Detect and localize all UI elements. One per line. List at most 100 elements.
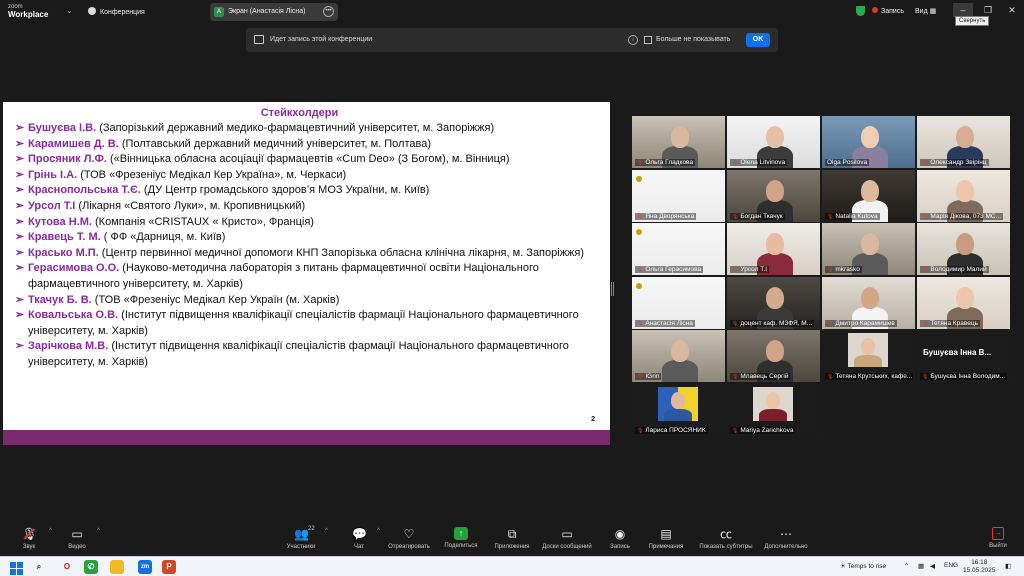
participant-tile[interactable]: 🎙 Лариса ПРОСЯНИК [632,383,725,436]
shield-icon[interactable] [856,6,865,16]
captions-button[interactable]: ㏄ Показать субтитры [698,524,754,556]
participant-tile[interactable]: 🎙 Тетяна Кравець [917,276,1010,329]
stakeholder-organization: (ДУ Центр громадського здоров’я МОЗ Укра… [140,184,430,197]
more-icon[interactable]: ••• [323,6,334,17]
participant-name: 🎙 IGrin [635,373,662,380]
folder-icon[interactable] [110,560,124,574]
resize-handle[interactable] [611,282,614,296]
participant-name: 🎙 Урсол Т.І [730,266,770,273]
more-button[interactable]: ⋯ Дополнительно [762,524,810,556]
ok-button[interactable]: OK [746,33,770,47]
participant-face [766,286,784,309]
maximize-button[interactable]: ❐ [978,3,998,17]
participant-name: 🎙 Анастасія Лісна [635,319,695,327]
participant-tile[interactable]: 🎙 Дмитро Карамишев [822,276,915,329]
participant-tile[interactable]: Olga Posilova [822,116,915,168]
participant-tile[interactable]: 🎙 Natalia Kutova [822,169,915,222]
participant-tile[interactable]: 🎙 Урсол Т.І [727,223,820,275]
participant-display-name: Бушуєва Інна В... [923,348,992,357]
screen-share-tab[interactable]: A Экран (Анастасія Лісна) ••• [210,3,338,21]
language-indicator[interactable]: ENG [944,562,958,569]
whiteboard-icon: ▭ [561,527,573,541]
bullet-arrow-icon: ➢ [15,122,25,134]
title-bar: zoom Workplace ⌄ Конференция A Экран (Ан… [0,0,1024,26]
stakeholder-item: ➢ Красько М.П. (Центр первинної медичної … [11,246,591,262]
participant-tile[interactable]: 🎙 Ольга Герасимова [632,223,725,275]
notes-button[interactable]: ▤ Примечания [646,524,686,556]
stakeholder-name: Ковальська О.В. [28,309,119,322]
powerpoint-icon[interactable]: P [162,560,176,574]
chevron-down-icon[interactable]: ⌄ [66,6,73,15]
participants-button[interactable]: 👥 22 Участники ^ [282,524,328,556]
video-button[interactable]: ▭ Видео ^ [62,524,100,556]
participant-face [766,233,784,255]
participant-tile[interactable]: 🎙 Млавець Сергій [727,330,820,382]
profile-picture [848,333,888,367]
participant-tile[interactable]: 🎙 Mariya Zarichkova [727,383,820,436]
tray-overflow-icon[interactable]: ^ [905,562,908,569]
share-button[interactable]: ↑ Поделиться [442,524,480,556]
participant-tile[interactable]: 🎙 Анастасія Лісна [632,276,725,329]
mic-muted-icon: 🎙 [827,267,834,273]
participant-tile[interactable]: 🎙 Ольга Гладкова [632,116,725,168]
share-screen-icon: ↑ [454,527,468,540]
clock[interactable]: 16:18 15.05.2025 [963,559,996,575]
participant-name: 🎙 Млавець Сергій [730,373,791,380]
stakeholder-list: ➢ Бушуєва І.В. (Запорізький державний мед… [11,121,591,371]
whiteboards-button[interactable]: ▭ Доски сообщений [540,524,594,556]
participant-name: 🎙 mkrasko [825,266,862,273]
stakeholder-name: Ткачук Б. В. [28,293,92,306]
mic-muted-icon: 🎙 [732,374,739,380]
viber-icon[interactable]: ✆ [84,560,98,574]
exit-button[interactable]: → Выйти [986,524,1010,556]
close-button[interactable]: ✕ [1002,3,1022,17]
minimize-button[interactable]: – [953,3,973,17]
chevron-up-icon[interactable]: ^ [377,528,380,534]
stakeholder-name: Бушуєва І.В. [28,122,97,134]
participant-tile[interactable]: 🎙 Богдан Ткачук [727,169,820,222]
participant-tile[interactable]: 🎙 Олександр Звірінц [917,116,1010,168]
chevron-up-icon[interactable]: ^ [325,528,328,534]
notification-icon[interactable]: ◧ [1005,562,1011,570]
participant-tile[interactable]: 🎙 Володимир Малий [917,223,1010,275]
opera-icon[interactable]: O [60,560,74,574]
conference-menu[interactable]: Конференция [88,7,145,16]
participant-tile[interactable]: 🎙 Марія Дікова, 073 МС... [917,169,1010,222]
bullet-arrow-icon: ➢ [15,215,25,228]
zoom-app-icon[interactable]: zm [138,560,152,574]
record-button[interactable]: ◉ Запись [606,524,634,556]
meeting-toolbar: 🎙 Звук ^ ▭ Видео ^ 👥 22 Участники ^ 💬 Ча… [0,524,1024,556]
windows-start-icon[interactable] [8,560,23,575]
participant-tile[interactable]: 🎙 доцент каф. МЗФЯ, М... [727,276,820,329]
participant-tile[interactable]: 🎙 IGrin [632,330,725,382]
audio-button[interactable]: 🎙 Звук ^ [14,524,52,556]
weather-widget[interactable]: ☀ Temps to rise [840,562,886,570]
participant-name: 🎙 Бушуєва Інна Володим... [920,373,1008,380]
participant-tile[interactable]: 🎙 Тетяна Крутських, кафе... [822,330,915,382]
university-logo-icon [636,229,696,235]
stakeholder-item: ➢ Грінь І.А. (ТОВ «Фрезеніус Медікал Кер … [11,168,591,184]
participant-tile[interactable]: 🎙 Яна Дворянська [632,169,725,222]
reactions-button[interactable]: ♡ Отреагировать [386,524,432,556]
chat-button[interactable]: 💬 Чат ^ [346,524,380,556]
participant-tile[interactable]: Бушуєва Інна В... 🎙 Бушуєва Інна Володим..… [917,330,1010,382]
bullet-arrow-icon: ➢ [15,199,25,212]
participant-tile[interactable]: 🎙 Olena Litvinova [727,116,820,168]
mic-muted-icon: 🎙 [637,213,644,220]
volume-icon[interactable]: ◀ [930,562,935,570]
network-icon[interactable]: ▦ [918,562,924,570]
view-menu[interactable]: Вид ▦ [915,7,936,15]
info-icon[interactable]: i [628,35,638,45]
bullet-arrow-icon: ➢ [15,262,25,275]
participant-name: 🎙 Ольга Гладкова [635,159,696,166]
mic-muted-icon: 🎙 [922,160,929,166]
stakeholder-name: Карамишев Д. В. [28,137,119,150]
chevron-up-icon[interactable]: ^ [49,528,52,534]
search-icon[interactable]: ⌕ [32,560,46,574]
dont-show-checkbox[interactable] [644,36,652,44]
recording-indicator[interactable]: Запись [872,7,904,15]
chevron-up-icon[interactable]: ^ [97,528,100,534]
mic-muted-icon: 🎙 [827,213,834,220]
participant-tile[interactable]: 🎙 mkrasko [822,223,915,275]
apps-button[interactable]: ⧉ Приложения [492,524,532,556]
